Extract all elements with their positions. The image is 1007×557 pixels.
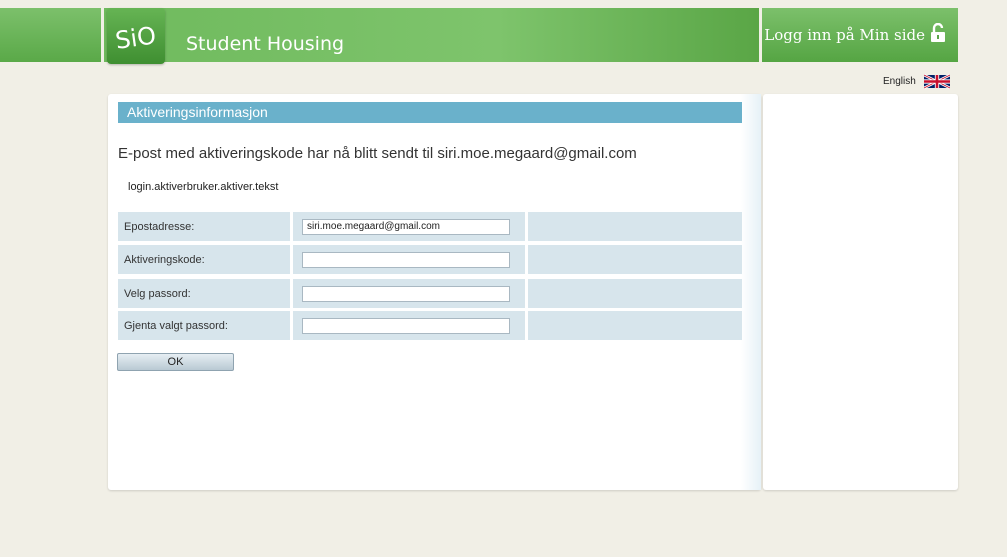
confirm-password-input[interactable] [302,317,510,334]
password-cell [293,279,525,308]
header-left-band [0,8,101,62]
email-label: Epostadresse: [118,212,290,241]
confirm-password-cell [293,311,525,340]
row-filler [528,245,742,274]
login-link[interactable]: Logg inn på Min side [762,8,958,62]
login-link-label: Logg inn på Min side [764,26,925,44]
activation-code-label: Aktiveringskode: [118,245,290,274]
ok-button[interactable]: OK [117,353,234,371]
confirm-password-label: Gjenta valgt passord: [118,311,290,340]
section-title: Aktiveringsinformasjon [118,102,742,123]
form-row-activation-code: Aktiveringskode: [118,245,742,274]
form-row-password: Velg passord: [118,279,742,308]
uk-flag-icon [923,74,950,89]
row-filler [528,279,742,308]
password-input[interactable] [302,285,510,302]
activation-code-input[interactable] [302,251,510,268]
email-cell [293,212,525,241]
sidebar-card [763,94,958,490]
language-label: English [883,76,916,87]
svg-text:SiO: SiO [114,21,158,54]
language-switch[interactable]: English [883,74,950,89]
row-filler [528,311,742,340]
activation-code-cell [293,245,525,274]
form-row-email: Epostadresse: [118,212,742,241]
sio-logo[interactable]: SiO [107,8,165,64]
email-input[interactable] [302,218,510,235]
activation-info-text: login.aktiverbruker.aktiver.tekst [128,181,279,193]
email-sent-message: E-post med aktiveringskode har nå blitt … [118,145,637,162]
lock-icon [930,22,946,47]
password-label: Velg passord: [118,279,290,308]
sio-logo-icon: SiO [114,21,158,54]
row-filler [528,212,742,241]
site-title[interactable]: Student Housing [186,33,344,55]
form-row-confirm-password: Gjenta valgt passord: [118,311,742,340]
